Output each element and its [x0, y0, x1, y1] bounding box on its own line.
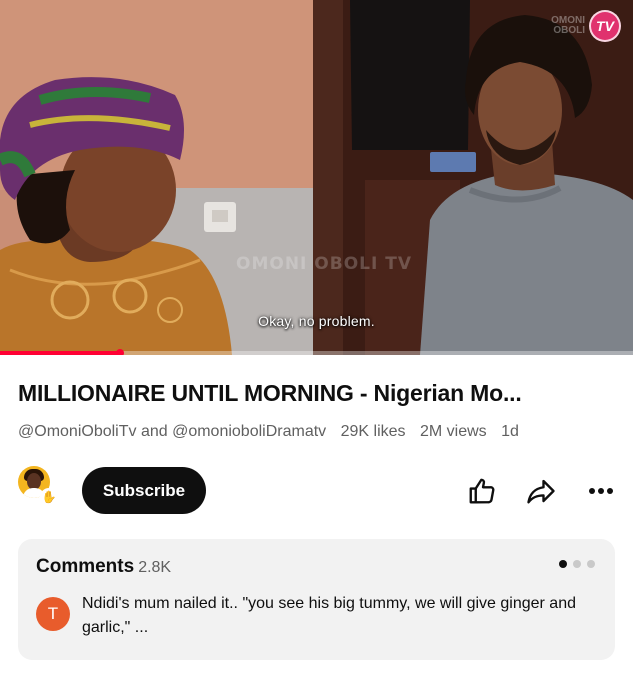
progress-bar[interactable] [0, 349, 633, 355]
comments-title: Comments [36, 556, 135, 577]
carousel-dot [573, 560, 581, 568]
carousel-dot [587, 560, 595, 568]
waving-hand-icon: ✋ [40, 488, 58, 506]
channel-logo: OMONI OBOLI TV [551, 10, 621, 42]
commenter-avatar[interactable]: T [36, 597, 70, 631]
thumbs-up-icon[interactable] [465, 474, 499, 508]
carousel-dots [559, 560, 595, 568]
logo-text-bottom: OBOLI [553, 25, 585, 36]
video-title[interactable]: MILLIONAIRE UNTIL MORNING - Nigerian Mo.… [18, 380, 618, 407]
comments-card[interactable]: Comments 2.8K T Ndidi's mum nailed it.. "… [18, 539, 615, 660]
video-frame [0, 0, 633, 355]
progress-fill [0, 351, 121, 355]
video-watermark: OMONI OBOLI TV [236, 254, 412, 274]
like-count: 29K likes [340, 423, 406, 440]
subscribe-button[interactable]: Subscribe [82, 467, 206, 514]
top-comment-text: Ndidi's mum nailed it.. "you see his big… [82, 595, 576, 636]
logo-text: OMONI OBOLI [551, 16, 585, 36]
video-player[interactable]: OMONI OBOLI TV OMONI OBOLI TV Okay, no p… [0, 0, 633, 355]
progress-scrubber[interactable] [116, 349, 125, 355]
share-arrow-icon[interactable] [524, 474, 558, 508]
video-subtitle: Okay, no problem. [258, 313, 375, 329]
upload-age: 1d [501, 423, 519, 440]
channel-handles[interactable]: @OmoniOboliTv and @omonioboliDramatv [18, 423, 326, 440]
view-count: 2M views [419, 423, 487, 440]
video-meta: @OmoniOboliTv and @omonioboliDramatv 29K… [18, 423, 519, 441]
comments-header: Comments 2.8K [36, 556, 171, 578]
tv-logo-icon: TV [589, 10, 621, 42]
channel-avatar[interactable]: ✋ [18, 466, 60, 510]
carousel-dot-active [559, 560, 567, 568]
more-dots-icon[interactable] [584, 474, 618, 508]
comments-count: 2.8K [138, 559, 172, 576]
